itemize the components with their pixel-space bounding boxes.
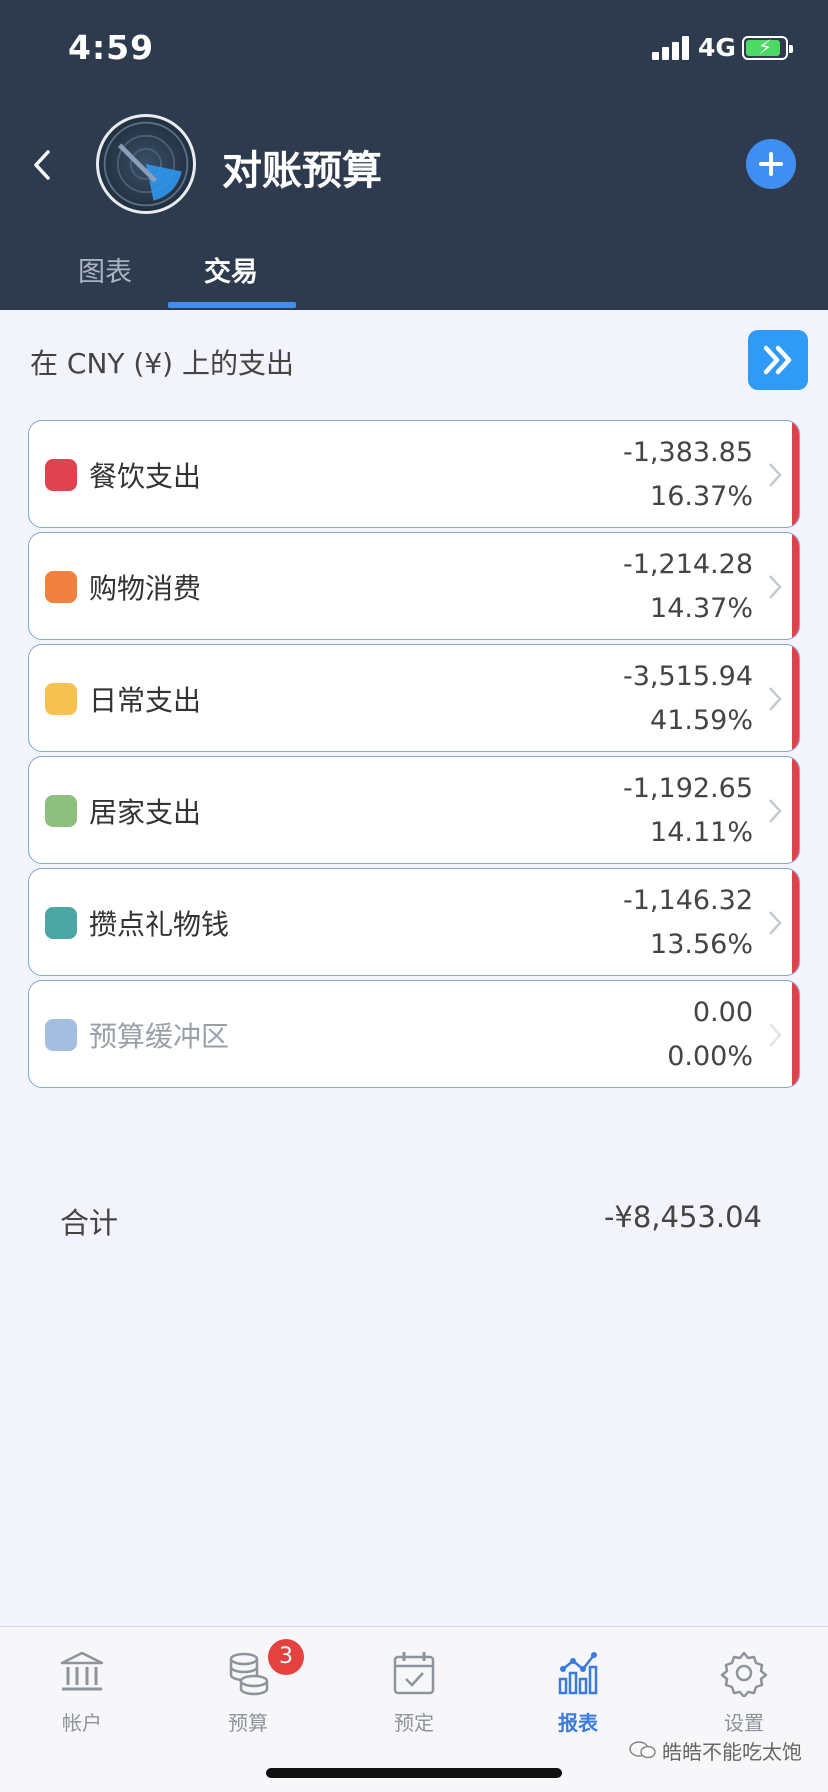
category-label: 攒点礼物钱 xyxy=(89,908,230,941)
bank-icon xyxy=(60,1651,104,1691)
double-chevron-right-icon xyxy=(763,345,792,375)
category-percent: 16.37% xyxy=(650,481,753,512)
back-button[interactable] xyxy=(22,140,62,190)
category-percent: 14.37% xyxy=(650,593,753,624)
category-row[interactable]: 日常支出 -3,515.94 41.59% xyxy=(28,644,800,752)
category-amount: 0.00 xyxy=(692,997,753,1028)
category-label: 日常支出 xyxy=(89,684,202,717)
tab-transactions[interactable]: 交易 xyxy=(204,250,258,289)
category-color-dot xyxy=(45,683,77,715)
category-row[interactable]: 预算缓冲区 0.00 0.00% xyxy=(28,980,800,1088)
category-label: 居家支出 xyxy=(89,796,202,829)
chevron-right-icon xyxy=(767,909,783,937)
status-time: 4:59 xyxy=(68,28,155,67)
tabbar-item-reports[interactable]: 报表 xyxy=(518,1641,638,1741)
category-row[interactable]: 购物消费 -1,214.28 14.37% xyxy=(28,532,800,640)
tab-bar-top: 图表 交易 xyxy=(0,240,828,310)
category-row[interactable]: 攒点礼物钱 -1,146.32 13.56% xyxy=(28,868,800,976)
category-percent: 13.56% xyxy=(650,929,753,960)
tab-chart[interactable]: 图表 xyxy=(78,250,132,289)
chart-icon xyxy=(558,1652,598,1695)
radar-logo-icon xyxy=(103,121,189,207)
category-color-dot xyxy=(45,795,77,827)
signal-icon xyxy=(652,36,692,60)
category-amount: -1,214.28 xyxy=(623,549,753,580)
category-percent: 41.59% xyxy=(650,705,753,736)
category-amount: -1,383.85 xyxy=(623,437,753,468)
tabbar-item-settings[interactable]: 设置 xyxy=(684,1641,804,1741)
category-amount: -1,192.65 xyxy=(623,773,753,804)
coins-icon xyxy=(229,1652,269,1696)
expand-button[interactable] xyxy=(748,330,808,390)
category-color-dot xyxy=(45,459,77,491)
category-label: 预算缓冲区 xyxy=(89,1020,230,1053)
category-color-dot xyxy=(45,907,77,939)
budget-badge: 3 xyxy=(268,1639,304,1675)
category-row[interactable]: 餐饮支出 -1,383.85 16.37% xyxy=(28,420,800,528)
section-title: 在 CNY (¥) 上的支出 xyxy=(30,347,294,380)
category-label: 购物消费 xyxy=(89,572,202,605)
gear-icon xyxy=(720,1651,768,1697)
network-type: 4G xyxy=(698,33,736,62)
category-row[interactable]: 居家支出 -1,192.65 14.11% xyxy=(28,756,800,864)
row-status-bar xyxy=(792,645,799,751)
category-percent: 0.00% xyxy=(667,1041,753,1072)
tabbar-item-scheduled[interactable]: 预定 xyxy=(354,1641,474,1741)
chevron-right-icon xyxy=(767,461,783,489)
category-percent: 14.11% xyxy=(650,817,753,848)
tabbar-label: 报表 xyxy=(558,1711,598,1735)
header: 4:59 4G ⚡ 对账预算 图表 交易 xyxy=(0,0,828,310)
row-status-bar xyxy=(792,533,799,639)
total-label: 合计 xyxy=(60,1206,119,1240)
calendar-check-icon xyxy=(393,1652,435,1695)
chevron-right-icon xyxy=(767,797,783,825)
chevron-right-icon xyxy=(767,573,783,601)
row-status-bar xyxy=(792,757,799,863)
row-status-bar xyxy=(792,421,799,527)
row-status-bar xyxy=(792,869,799,975)
add-button[interactable] xyxy=(746,139,796,189)
wechat-icon xyxy=(629,1741,656,1759)
tab-underline xyxy=(168,302,296,308)
tabbar-label: 预定 xyxy=(394,1711,434,1735)
home-indicator xyxy=(266,1768,562,1778)
page-title: 对账预算 xyxy=(222,148,382,194)
tabbar-item-accounts[interactable]: 帐户 xyxy=(22,1641,142,1741)
watermark-text: 皓皓不能吃太饱 xyxy=(662,1740,802,1764)
battery-icon: ⚡ xyxy=(742,35,793,60)
category-color-dot xyxy=(45,1019,77,1051)
total-value: -¥8,453.04 xyxy=(603,1200,762,1234)
tabbar-label: 预算 xyxy=(228,1711,268,1735)
category-amount: -3,515.94 xyxy=(623,661,753,692)
tabbar-label: 帐户 xyxy=(62,1711,102,1735)
tabbar-item-budget[interactable]: 3 预算 xyxy=(188,1639,308,1741)
category-color-dot xyxy=(45,571,77,603)
status-bar: 4:59 4G ⚡ xyxy=(0,0,828,96)
category-label: 餐饮支出 xyxy=(89,460,202,493)
chevron-right-icon xyxy=(767,1021,783,1049)
chevron-left-icon xyxy=(34,150,50,180)
budget-avatar xyxy=(96,114,196,214)
category-amount: -1,146.32 xyxy=(623,885,753,916)
chevron-right-icon xyxy=(767,685,783,713)
tabbar-label: 设置 xyxy=(724,1711,764,1735)
row-status-bar xyxy=(792,981,799,1087)
